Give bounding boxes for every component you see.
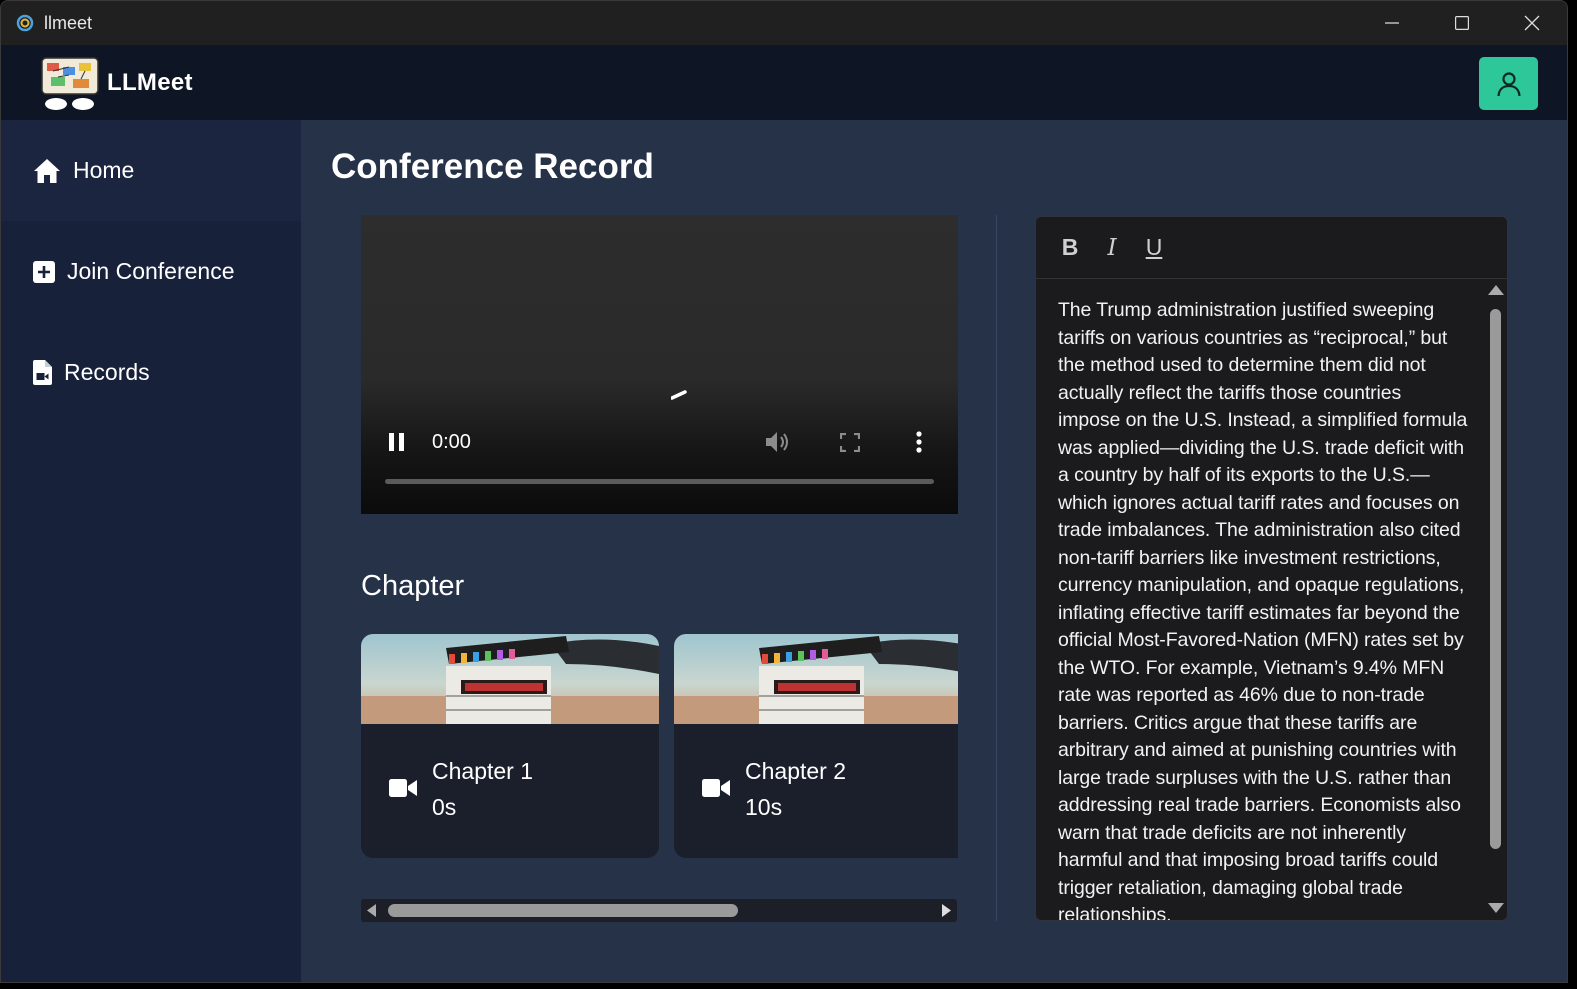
scroll-left-icon[interactable] bbox=[367, 904, 377, 917]
bold-button[interactable]: B bbox=[1060, 234, 1080, 261]
close-window-button[interactable] bbox=[1497, 1, 1567, 45]
chapter-title: Chapter 1 bbox=[432, 758, 534, 784]
panel-divider bbox=[996, 215, 997, 921]
scroll-down-icon[interactable] bbox=[1488, 903, 1504, 913]
chapter-time: 0s bbox=[432, 794, 457, 820]
chapter-thumbnail bbox=[361, 634, 659, 724]
brand-name: LLMeet bbox=[107, 69, 193, 96]
chapter-thumbnail bbox=[674, 634, 958, 724]
italic-button[interactable]: I bbox=[1102, 235, 1122, 261]
plus-square-icon bbox=[33, 260, 55, 283]
underline-button[interactable]: U bbox=[1144, 234, 1164, 261]
minimize-icon bbox=[1385, 22, 1399, 24]
more-options-icon[interactable] bbox=[916, 431, 922, 453]
chapter-card[interactable]: Chapter 1 0s bbox=[361, 634, 659, 858]
video-progress-bar[interactable] bbox=[385, 479, 934, 484]
scroll-up-icon[interactable] bbox=[1488, 285, 1504, 295]
chapter-time: 10s bbox=[745, 794, 783, 820]
user-icon bbox=[1496, 71, 1521, 96]
video-time: 0:00 bbox=[432, 431, 471, 453]
sidebar-item-home[interactable]: Home bbox=[1, 120, 301, 221]
user-profile-button[interactable] bbox=[1479, 57, 1538, 110]
chapter-title: Chapter 2 bbox=[745, 758, 847, 784]
scroll-right-icon[interactable] bbox=[941, 904, 951, 917]
maximize-button[interactable] bbox=[1427, 1, 1497, 45]
sidebar: Home Join Conference Records bbox=[1, 120, 301, 982]
editor-toolbar: B I U bbox=[1036, 217, 1507, 279]
chapter-list: Chapter 1 0s Chapter 2 10s bbox=[361, 634, 958, 859]
volume-icon[interactable] bbox=[765, 430, 791, 454]
sidebar-item-records[interactable]: Records bbox=[1, 322, 301, 423]
editor-scrollbar[interactable] bbox=[1486, 281, 1506, 920]
pause-icon[interactable] bbox=[388, 433, 405, 451]
page-title: Conference Record bbox=[331, 147, 654, 186]
chapter-heading: Chapter bbox=[361, 570, 465, 602]
editor-text[interactable]: The Trump administration justified sweep… bbox=[1058, 297, 1468, 920]
home-icon bbox=[34, 158, 60, 183]
sidebar-item-label: Join Conference bbox=[67, 258, 235, 284]
chapter-scrollbar[interactable] bbox=[361, 899, 957, 922]
maximize-icon bbox=[1455, 16, 1469, 30]
video-file-icon bbox=[33, 360, 52, 385]
scrollbar-thumb[interactable] bbox=[1490, 309, 1501, 849]
window-titlebar[interactable]: llmeet bbox=[1, 1, 1567, 45]
app-window: llmeet LLMeet Home Join Conference Recor… bbox=[0, 0, 1568, 983]
sidebar-item-label: Home bbox=[73, 157, 135, 183]
video-player[interactable]: 0:00 bbox=[361, 215, 958, 514]
app-logo-icon bbox=[16, 14, 34, 32]
window-title: llmeet bbox=[44, 12, 93, 33]
scrollbar-thumb[interactable] bbox=[388, 904, 738, 917]
app-header: LLMeet bbox=[1, 45, 1567, 120]
close-icon bbox=[1524, 15, 1540, 31]
video-camera-icon bbox=[389, 779, 417, 797]
video-camera-icon bbox=[702, 779, 730, 797]
llmeet-logo-icon bbox=[41, 57, 99, 110]
chapter-card[interactable]: Chapter 2 10s bbox=[674, 634, 958, 858]
transcript-editor[interactable]: B I U The Trump administration justified… bbox=[1035, 216, 1508, 921]
minimize-button[interactable] bbox=[1357, 1, 1427, 45]
loading-spinner-icon bbox=[671, 390, 687, 400]
sidebar-item-label: Records bbox=[64, 359, 150, 385]
fullscreen-icon[interactable] bbox=[840, 433, 860, 452]
sidebar-item-join-conference[interactable]: Join Conference bbox=[1, 221, 301, 322]
